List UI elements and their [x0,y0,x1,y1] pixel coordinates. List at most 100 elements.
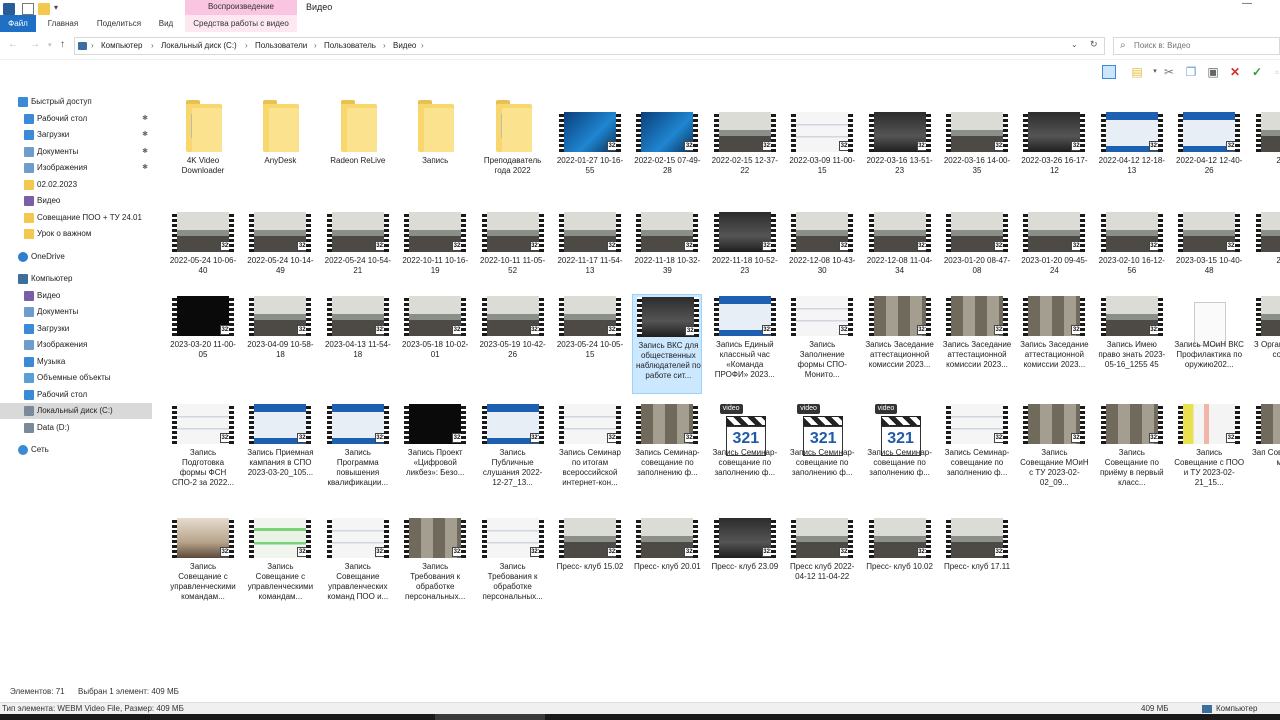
sidebar-item[interactable]: 02.02.2023 [0,177,152,193]
file-item[interactable]: 321 2022-04-12 12-18-13 [1097,92,1167,192]
new-folder-icon[interactable]: ▤ [1130,65,1144,79]
file-item[interactable]: video 321 Запись Семинар-совещание по запо… [865,402,935,502]
sidebar-item[interactable]: Совещание ПОО + ТУ 24.01 [0,210,152,226]
copy-icon[interactable]: ❐ [1184,65,1198,79]
file-item[interactable]: 321 Запись Семинар-совещание по заполнени… [632,402,702,502]
pin-icon[interactable]: ✱ [142,130,148,138]
chevron-down-icon[interactable]: ▾ [1148,65,1162,79]
delete-icon[interactable]: ✕ [1228,65,1242,79]
file-item[interactable]: 321 2023-03-15 10-40-48 [1174,202,1244,302]
file-item[interactable]: 321 2022-11-18 10-52-23 [710,202,780,302]
paste-icon[interactable]: ▣ [1206,65,1220,79]
file-item[interactable]: 321 Запись Совещание с ПОО и ТУ 2023-02-2… [1174,402,1244,502]
folder-item[interactable]: Radeon ReLive [323,92,393,192]
sidebar-item[interactable]: Сеть [0,442,152,458]
file-item[interactable]: 321 2022-10-11 10-16-19 [400,202,470,302]
sidebar-item[interactable]: Изображения ✱ [0,160,152,176]
sidebar-item[interactable]: Локальный диск (C:) [0,403,152,419]
tab-share[interactable]: Поделиться [90,15,148,32]
sidebar-item[interactable]: Data (D:) [0,420,152,436]
file-item[interactable]: 321 Запись Программа повышения квалификац… [323,402,393,502]
file-item[interactable]: 321 Пресс- клуб 15.02 [555,514,625,614]
checkmark-icon[interactable]: ✓ [1250,65,1264,79]
file-item[interactable]: 321 2023- [1252,202,1280,302]
chevron-down-icon[interactable]: ▾ [48,41,52,49]
search-box[interactable]: ⌕ [1113,37,1280,55]
file-item[interactable]: 321 2022-02-15 12-37-22 [710,92,780,192]
file-item[interactable]: 321 2022-03-09 11-00-15 [787,92,857,192]
pin-icon[interactable]: ✱ [142,147,148,155]
file-item[interactable]: 321 2023-02-10 16-12-56 [1097,202,1167,302]
file-item[interactable]: 321 Запись Имею право знать 2023-05-16_12… [1097,294,1167,394]
file-item[interactable]: 321 Пресс- клуб 23.09 [710,514,780,614]
file-item[interactable]: 321 Запись ВКС для общественных наблюдате… [632,294,703,394]
file-item[interactable]: 321 Пресс- клуб 17.11 [942,514,1012,614]
file-item[interactable]: 321 Пресс- клуб 10.02 [865,514,935,614]
file-item[interactable]: video 321 Запись Семинар-совещание по запо… [787,402,857,502]
sidebar-item[interactable]: Загрузки ✱ [0,127,152,143]
checkbox-icon[interactable] [22,3,34,15]
pin-icon[interactable]: ✱ [142,163,148,171]
scissors-icon[interactable]: ✂ [1162,65,1176,79]
folder-icon[interactable] [38,3,50,15]
file-item[interactable]: 321 Запись Требования к обработке персона… [478,514,548,614]
file-item[interactable]: 321 2023-04-09 10-58-18 [245,294,315,394]
file-item[interactable]: 321 Запись Подготовка формы ФСН СПО-2 за … [168,402,238,502]
sidebar-item[interactable]: Музыка [0,354,152,370]
breadcrumb-local-disk[interactable]: Локальный диск (C:) [161,41,237,50]
file-item[interactable]: 321 Запись Совещание по приёму в первый к… [1097,402,1167,502]
file-item[interactable]: 321 Пресс клуб 2022-04-12 11-04-22 [787,514,857,614]
file-item[interactable]: 321 Запись Совещание управленческих коман… [323,514,393,614]
layout-icon[interactable] [1102,65,1116,79]
file-item[interactable]: 321 Запись Проект «Цифровой ликбез»: Безо… [400,402,470,502]
file-item[interactable]: 321 2023-05-18 10-02-01 [400,294,470,394]
refresh-icon[interactable]: ↻ [1090,39,1098,50]
file-item[interactable]: 321 Запись Совещание с управленческими ко… [245,514,315,614]
folder-item[interactable]: AnyDesk [245,92,315,192]
pin-icon[interactable]: ✱ [142,114,148,122]
folder-item[interactable]: Преподаватель года 2022 [478,92,548,192]
file-item[interactable]: 321 2022-05-24 10-14-49 [245,202,315,302]
file-item[interactable]: 321 2022-03-16 14-00-35 [942,92,1012,192]
file-item[interactable]: 321 Запись Совещание с управленческими ко… [168,514,238,614]
file-item[interactable]: 321 2022-02-15 07-49-28 [632,92,702,192]
more-icon[interactable]: ▫ [1270,65,1280,79]
minimize-button[interactable]: — [1242,0,1252,9]
file-item[interactable]: 321 2022-01-27 10-16-55 [555,92,625,192]
file-item[interactable]: 321 Запись Единый классный час «Команда П… [710,294,780,394]
sidebar-item[interactable]: Компьютер [0,271,152,287]
tab-file[interactable]: Файл [0,15,36,32]
file-item[interactable]: 321 2023-01-20 09-45-24 [1019,202,1089,302]
breadcrumb-user[interactable]: Пользователь [324,41,376,50]
file-item[interactable]: 321 Запись Заседание аттестационной комис… [865,294,935,394]
file-item[interactable]: 321 З Органи о-метод совеща [1252,294,1280,394]
file-item[interactable]: 321 2023-05-19 10-42-26 [478,294,548,394]
back-arrow-icon[interactable]: ← [8,39,18,50]
file-item[interactable]: 321 Запись Совещание МОиН с ТУ 2023-02-02… [1019,402,1089,502]
folder-item[interactable]: 4K Video Downloader [168,92,238,192]
sidebar-item[interactable]: Документы [0,304,152,320]
chevron-down-icon[interactable]: ⌄ [1071,40,1078,49]
taskbar-active-item[interactable] [435,714,545,720]
file-item[interactable]: 321 2022- [1252,92,1280,192]
sidebar-item[interactable]: Изображения [0,337,152,353]
tab-view[interactable]: Вид [152,15,180,32]
breadcrumb-computer[interactable]: Компьютер [101,41,142,50]
sidebar-item[interactable]: Урок о важном [0,226,152,242]
chevron-down-icon[interactable]: ▾ [54,3,58,12]
file-item[interactable]: 321 Запись Публичные слушания 2022-12-27_… [478,402,548,502]
breadcrumb-users[interactable]: Пользователи [255,41,307,50]
sidebar-item[interactable]: Объемные объекты [0,370,152,386]
sidebar-item[interactable]: Видео [0,193,152,209]
file-item[interactable]: 321 Запись Заполнение формы СПО-Монито... [787,294,857,394]
file-item[interactable]: video 321 Запись Семинар-совещание по запо… [710,402,780,502]
file-item[interactable]: 321 Зап Совеш управл ми ко [1252,402,1280,502]
tab-video-tools[interactable]: Средства работы с видео [185,15,297,32]
search-input[interactable] [1134,41,1274,50]
sidebar-item[interactable]: OneDrive [0,249,152,265]
sidebar-item[interactable]: Рабочий стол ✱ [0,111,152,127]
breadcrumb-video[interactable]: Видео [393,41,416,50]
file-item[interactable]: 321 2022-12-08 11-04-34 [865,202,935,302]
forward-arrow-icon[interactable]: → [30,39,40,50]
file-item[interactable]: 321 2022-03-26 16-17-12 [1019,92,1089,192]
